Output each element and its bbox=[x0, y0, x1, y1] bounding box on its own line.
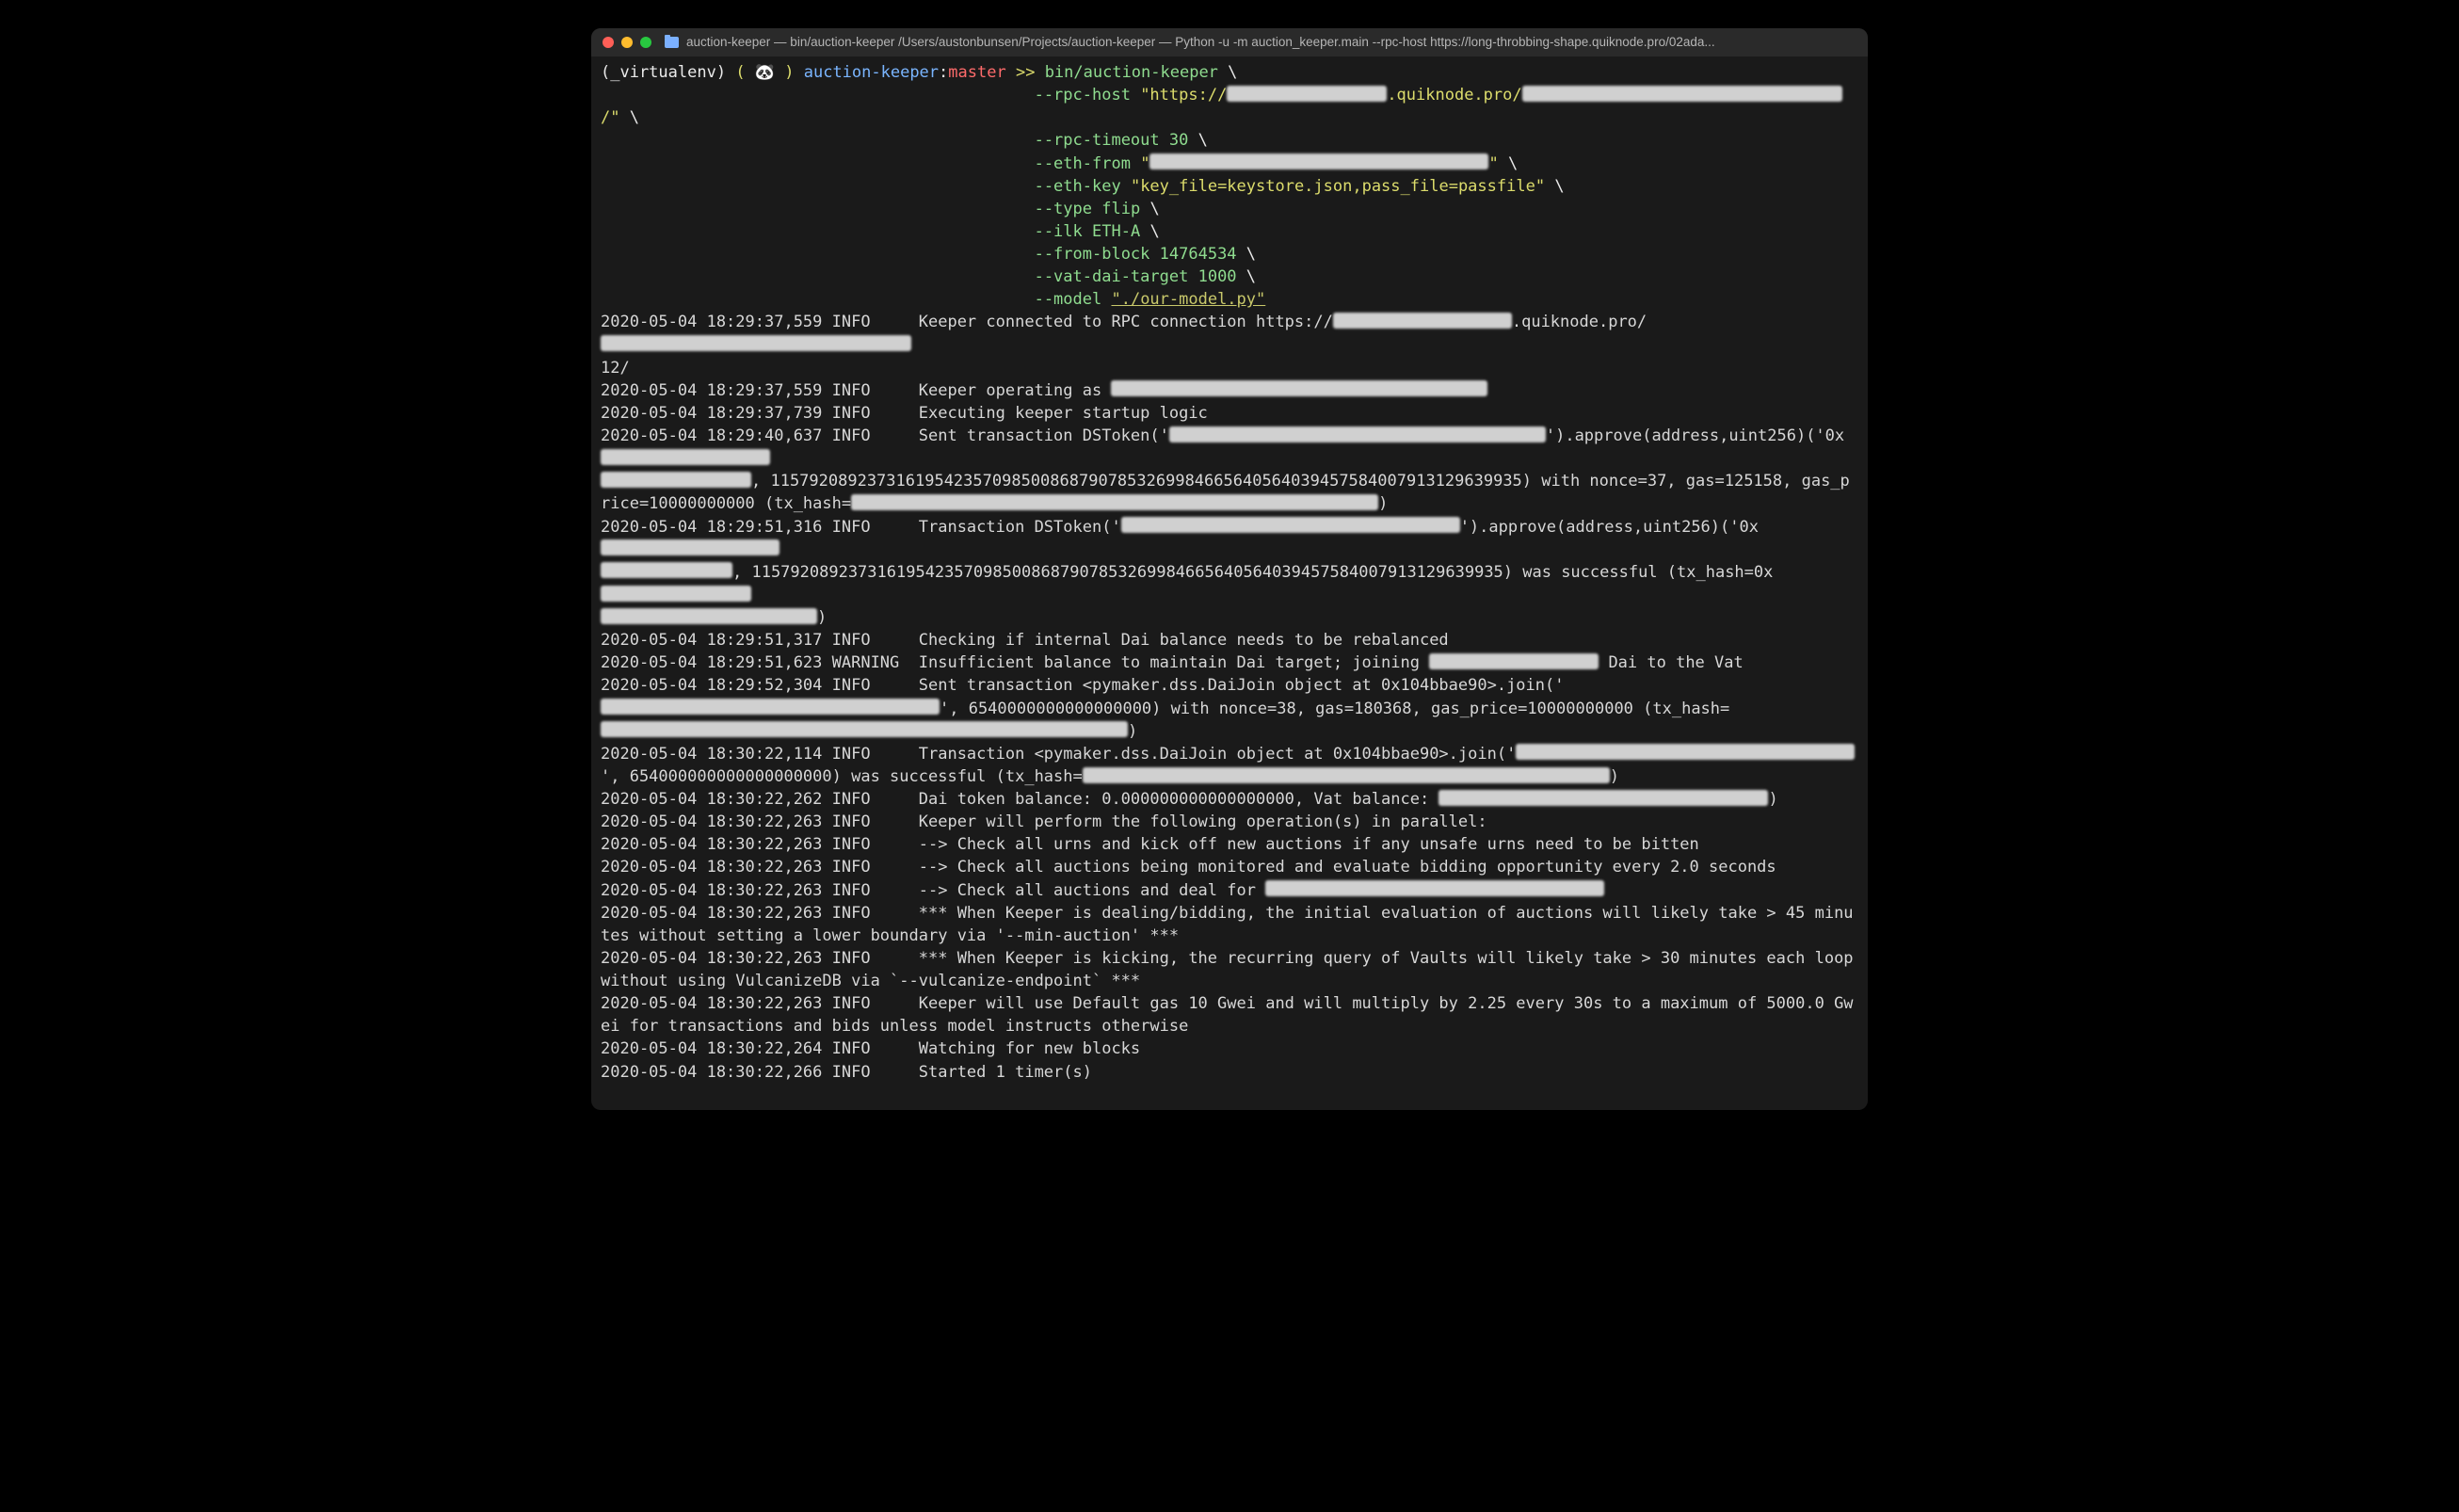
prompt-repo: auction-keeper bbox=[804, 63, 939, 82]
log-line: 2020-05-04 18:30:22,263 INFO Keeper will… bbox=[601, 812, 1487, 831]
redacted bbox=[1265, 880, 1604, 896]
log-line: 2020-05-04 18:29:37,739 INFO Executing k… bbox=[601, 404, 1208, 423]
redacted bbox=[601, 721, 1128, 737]
redacted bbox=[601, 699, 940, 715]
redacted bbox=[1333, 313, 1512, 329]
redacted bbox=[1083, 767, 1610, 783]
redacted bbox=[1438, 790, 1768, 806]
folder-icon bbox=[665, 37, 679, 48]
redacted bbox=[601, 472, 751, 488]
flag-eth-from: --eth-from bbox=[1035, 154, 1131, 173]
log-line: 2020-05-04 18:29:40,637 INFO Sent transa… bbox=[601, 426, 1169, 445]
flag-ilk: --ilk bbox=[1035, 222, 1083, 241]
terminal-content[interactable]: (_virtualenv) ( 🐼 ) auction-keeper:maste… bbox=[591, 56, 1868, 1110]
redacted bbox=[601, 608, 817, 624]
prompt-arrow: >> bbox=[1016, 63, 1035, 82]
prompt-venv: (_virtualenv) bbox=[601, 63, 726, 82]
redacted bbox=[601, 449, 770, 465]
flag-eth-key: --eth-key bbox=[1035, 177, 1121, 196]
redacted bbox=[601, 586, 751, 602]
flag-from-block: --from-block bbox=[1035, 245, 1150, 264]
flag-model: --model bbox=[1035, 290, 1102, 309]
log-line: 2020-05-04 18:30:22,263 INFO *** When Ke… bbox=[601, 949, 1863, 990]
redacted bbox=[851, 494, 1378, 510]
redacted bbox=[601, 335, 911, 351]
log-line: 2020-05-04 18:30:22,263 INFO --> Check a… bbox=[601, 835, 1699, 854]
log-line: 2020-05-04 18:29:51,317 INFO Checking if… bbox=[601, 631, 1449, 650]
minimize-icon[interactable] bbox=[621, 37, 633, 48]
close-icon[interactable] bbox=[603, 37, 614, 48]
redacted bbox=[601, 539, 779, 555]
redacted bbox=[1522, 86, 1842, 102]
log-line: 2020-05-04 18:29:37,559 INFO Keeper oper… bbox=[601, 381, 1111, 400]
redacted bbox=[601, 562, 732, 578]
traffic-lights bbox=[603, 37, 651, 48]
model-path: "./our-model.py" bbox=[1111, 290, 1265, 309]
flag-rpc-host: --rpc-host bbox=[1035, 86, 1131, 105]
maximize-icon[interactable] bbox=[640, 37, 651, 48]
redacted bbox=[1516, 744, 1855, 760]
flag-vat-dai-target: --vat-dai-target bbox=[1035, 267, 1189, 286]
log-line: 2020-05-04 18:30:22,263 INFO --> Check a… bbox=[601, 881, 1265, 900]
log-line: 2020-05-04 18:30:22,114 INFO Transaction… bbox=[601, 745, 1516, 764]
terminal-window: auction-keeper — bin/auction-keeper /Use… bbox=[591, 28, 1868, 1110]
titlebar[interactable]: auction-keeper — bin/auction-keeper /Use… bbox=[591, 28, 1868, 56]
redacted bbox=[1429, 653, 1599, 669]
log-line: 2020-05-04 18:29:37,559 INFO Keeper conn… bbox=[601, 313, 1333, 331]
log-line: 2020-05-04 18:30:22,263 INFO --> Check a… bbox=[601, 858, 1776, 877]
redacted bbox=[1149, 153, 1488, 169]
log-line: 2020-05-04 18:29:51,623 WARNING Insuffic… bbox=[601, 653, 1429, 672]
log-line: 2020-05-04 18:29:52,304 INFO Sent transa… bbox=[601, 676, 1565, 695]
redacted bbox=[1169, 426, 1546, 442]
redacted bbox=[1227, 86, 1387, 102]
flag-type: --type bbox=[1035, 200, 1092, 218]
redacted bbox=[1121, 517, 1460, 533]
log-line: 2020-05-04 18:30:22,266 INFO Started 1 t… bbox=[601, 1063, 1092, 1082]
flag-rpc-timeout: --rpc-timeout bbox=[1035, 131, 1160, 150]
log-line: 2020-05-04 18:30:22,263 INFO *** When Ke… bbox=[601, 904, 1854, 945]
redacted bbox=[1111, 380, 1487, 396]
command: bin/auction-keeper bbox=[1045, 63, 1218, 82]
log-line: 2020-05-04 18:29:51,316 INFO Transaction… bbox=[601, 518, 1121, 537]
log-line: 2020-05-04 18:30:22,263 INFO Keeper will… bbox=[601, 994, 1854, 1036]
prompt-emoji: 🐼 bbox=[755, 63, 775, 82]
log-line: 2020-05-04 18:30:22,262 INFO Dai token b… bbox=[601, 790, 1438, 809]
prompt-branch: master bbox=[948, 63, 1005, 82]
log-line: 2020-05-04 18:30:22,264 INFO Watching fo… bbox=[601, 1039, 1140, 1058]
window-title: auction-keeper — bin/auction-keeper /Use… bbox=[686, 33, 1856, 51]
